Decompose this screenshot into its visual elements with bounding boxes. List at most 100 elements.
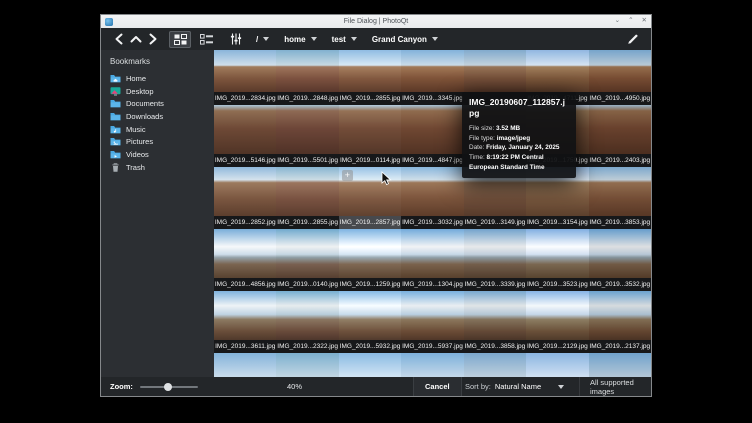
thumbnail-cell[interactable]: IMG_2019...2852.jpg [214, 167, 276, 229]
breadcrumb-segment-home[interactable]: home [284, 35, 316, 44]
thumbnail-cell[interactable]: IMG_2019...4847.jpg [401, 105, 463, 167]
thumbnail-cell[interactable]: IMG_2019...0114.jpg [339, 105, 401, 167]
filter-settings-button[interactable] [227, 31, 245, 47]
chevron-left-icon [116, 35, 121, 44]
thumbnail-cell[interactable]: IMG_2019...2855.jpg [276, 167, 338, 229]
thumbnail-image [589, 105, 651, 154]
bookmarks-sidebar: Bookmarks HomeDesktopDocumentsDownloadsM… [101, 50, 214, 377]
chevron-down-icon[interactable] [263, 37, 269, 41]
thumbnail-cell[interactable]: IMG_2019...1304.jpg [401, 229, 463, 291]
sidebar-item-trash[interactable]: Trash [110, 161, 214, 174]
thumbnail-cell[interactable]: IMG_2019...3339.jpg [464, 229, 526, 291]
thumbnail-cell[interactable]: IMG_2019...1259.jpg [339, 229, 401, 291]
thumbnail-cell[interactable] [401, 353, 463, 377]
thumbnail-filename: IMG_2019...4847.jpg [401, 154, 463, 167]
sidebar-item-label: Desktop [126, 87, 154, 96]
thumbnail-cell[interactable]: IMG_2019...2855.jpg [339, 50, 401, 105]
thumbnail-cell[interactable]: IMG_2019...3345.jpg [401, 50, 463, 105]
thumbnail-image [276, 353, 338, 377]
breadcrumb-segment-grand-canyon[interactable]: Grand Canyon [372, 35, 438, 44]
thumbnail-cell[interactable]: IMG_2019...5146.jpg [214, 105, 276, 167]
thumbnail-cell[interactable]: IMG_2019...5932.jpg [339, 291, 401, 353]
thumbnail-image [401, 291, 463, 340]
thumbnail-image [589, 291, 651, 340]
thumbnail-cell[interactable] [276, 353, 338, 377]
thumbnail-cell[interactable]: IMG_2019...4950.jpg [589, 50, 651, 105]
breadcrumb-segment-test[interactable]: test [332, 35, 357, 44]
sidebar-item-desktop[interactable]: Desktop [110, 85, 214, 98]
titlebar[interactable]: File Dialog | PhotoQt ⌄ ⌃ ✕ [101, 15, 651, 28]
thumbnail-cell[interactable]: IMG_2019...3523.jpg [526, 229, 588, 291]
chevron-down-icon[interactable] [351, 37, 357, 41]
thumbnail-image [214, 353, 276, 377]
tooltip-fields: File size: 3.52 MBFile type: image/jpegD… [469, 124, 569, 172]
toolbar: / home test Grand Canyon [101, 28, 651, 50]
thumbnail-cell[interactable]: IMG_2019...3032.jpg [401, 167, 463, 229]
thumbnail-image [464, 353, 526, 377]
thumbnail-image [464, 291, 526, 340]
thumbnail-cell[interactable]: IMG_2019...4856.jpg [214, 229, 276, 291]
chevron-down-icon[interactable] [432, 37, 438, 41]
thumbnail-cell[interactable] [589, 353, 651, 377]
chevron-down-icon[interactable] [311, 37, 317, 41]
up-button[interactable] [127, 31, 144, 47]
thumbnail-cell[interactable]: IMG_2019...2322.jpg [276, 291, 338, 353]
breadcrumb-label: test [332, 35, 346, 44]
minimize-button[interactable]: ⌄ [615, 18, 620, 25]
edit-path-button[interactable] [624, 31, 642, 47]
thumbnail-cell[interactable]: IMG_2019...3611.jpg [214, 291, 276, 353]
sidebar-item-documents[interactable]: Documents [110, 97, 214, 110]
tooltip-field: File size: 3.52 MB [469, 124, 569, 134]
thumbnail-filename: IMG_2019...3339.jpg [464, 278, 526, 291]
thumbnail-cell[interactable]: IMG_2019...3858.jpg [464, 291, 526, 353]
sort-by-label: Sort by: [465, 382, 491, 391]
thumbnail-cell[interactable]: IMG_2019...5937.jpg [401, 291, 463, 353]
list-view-button[interactable] [195, 31, 217, 48]
thumbnail-cell[interactable]: IMG_2019...2848.jpg [276, 50, 338, 105]
thumbnail-cell[interactable] [526, 353, 588, 377]
back-button[interactable] [110, 31, 127, 47]
thumbnail-cell[interactable]: IMG_2019...2137.jpg [589, 291, 651, 353]
mouse-cursor [381, 171, 392, 186]
sidebar-item-label: Home [126, 74, 146, 83]
zoom-slider[interactable] [140, 386, 198, 388]
thumbnail-cell[interactable] [214, 353, 276, 377]
sort-by-dropdown[interactable]: Sort by: Natural Name [465, 377, 564, 396]
sidebar-item-pictures[interactable]: Pictures [110, 135, 214, 148]
cancel-button[interactable]: Cancel [413, 377, 462, 396]
thumbnail-cell[interactable] [464, 353, 526, 377]
add-select-icon[interactable]: + [342, 170, 353, 181]
sliders-icon [230, 33, 242, 45]
sidebar-item-label: Documents [126, 99, 164, 108]
breadcrumb-segment--[interactable]: / [256, 35, 269, 44]
maximize-button[interactable]: ⌃ [628, 18, 633, 25]
sidebar-item-home[interactable]: Home [110, 72, 214, 85]
thumbnail-image [464, 229, 526, 278]
breadcrumb: / home test Grand Canyon [256, 35, 453, 44]
zoom-slider-thumb[interactable] [164, 383, 172, 391]
close-button[interactable]: ✕ [642, 18, 647, 25]
thumbnail-cell[interactable]: IMG_2019...2129.jpg [526, 291, 588, 353]
grid-view-button[interactable] [169, 31, 191, 48]
thumbnail-cell[interactable]: IMG_2019...3532.jpg [589, 229, 651, 291]
breadcrumb-label: Grand Canyon [372, 35, 427, 44]
trash-icon [110, 163, 121, 172]
tooltip-field: File type: image/jpeg [469, 134, 569, 144]
thumbnail-image [401, 105, 463, 154]
sidebar-item-music[interactable]: Music [110, 123, 214, 136]
thumbnail-cell[interactable]: IMG_2019...3853.jpg [589, 167, 651, 229]
file-dialog-window: File Dialog | PhotoQt ⌄ ⌃ ✕ [100, 14, 652, 397]
thumbnail-filename: IMG_2019...2137.jpg [589, 340, 651, 353]
folder-icon [110, 99, 121, 108]
forward-button[interactable] [144, 31, 161, 47]
thumbnail-cell[interactable]: IMG_2019...5501.jpg [276, 105, 338, 167]
sidebar-item-videos[interactable]: Videos [110, 148, 214, 161]
thumbnail-cell[interactable] [339, 353, 401, 377]
thumbnail-cell[interactable]: IMG_2019...0140.jpg [276, 229, 338, 291]
thumbnail-image [589, 353, 651, 377]
thumbnail-cell[interactable]: IMG_2019...2403.jpg [589, 105, 651, 167]
thumbnail-cell[interactable]: IMG_2019...2834.jpg [214, 50, 276, 105]
thumbnail-image [339, 50, 401, 92]
sidebar-item-downloads[interactable]: Downloads [110, 110, 214, 123]
thumbnail-filename: IMG_2019...4950.jpg [589, 92, 651, 105]
